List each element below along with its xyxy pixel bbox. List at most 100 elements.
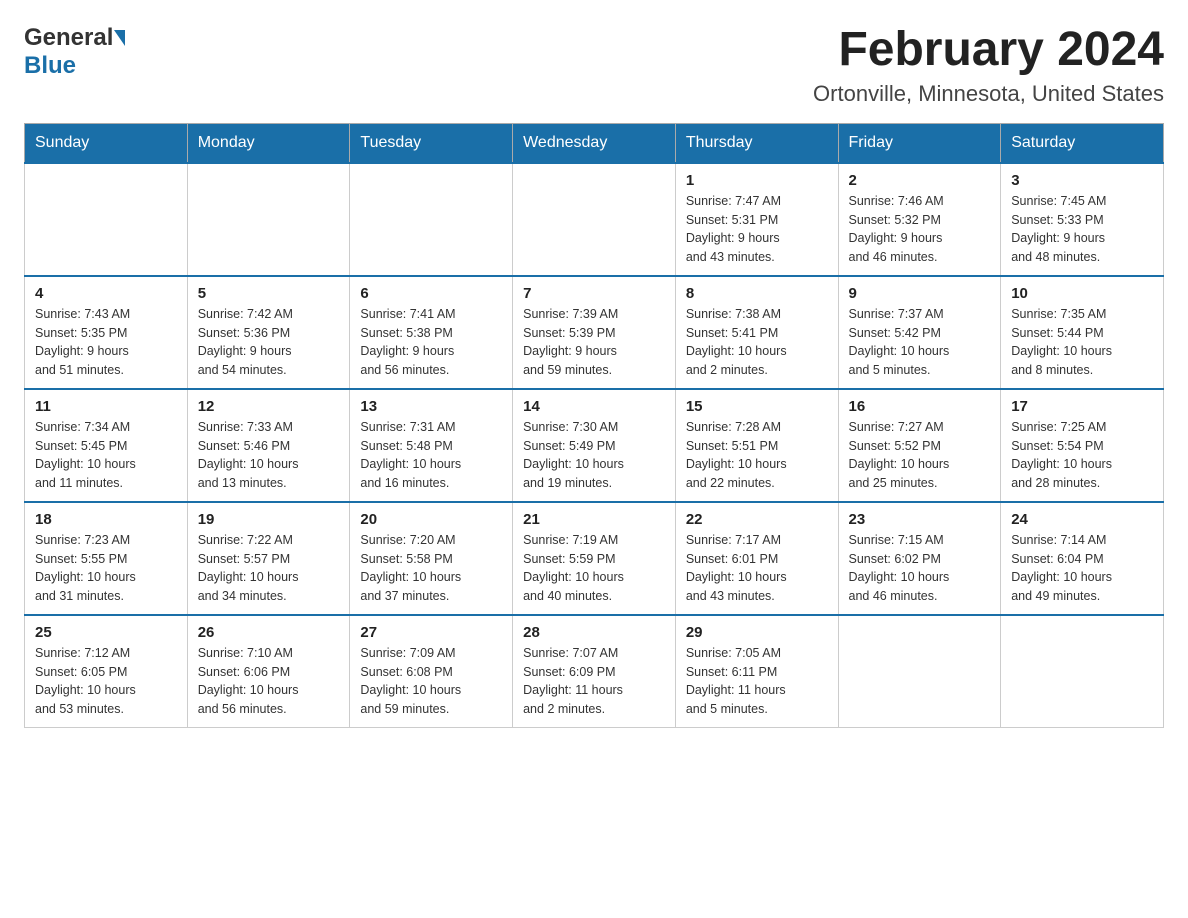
day-number: 6 (360, 285, 502, 302)
calendar-cell-w2-d5: 8 Sunrise: 7:38 AMSunset: 5:41 PMDaylight… (675, 276, 838, 389)
day-info: Sunrise: 7:34 AMSunset: 5:45 PMDaylight:… (35, 418, 177, 493)
calendar-cell-w5-d1: 25Sunrise: 7:12 AMSunset: 6:05 PMDayligh… (25, 615, 188, 728)
day-info: Sunrise: 7:20 AMSunset: 5:58 PMDaylight:… (360, 531, 502, 606)
title-block: February 2024 Ortonville, Minnesota, Uni… (813, 24, 1164, 107)
calendar-cell-w5-d3: 27Sunrise: 7:09 AMSunset: 6:08 PMDayligh… (350, 615, 513, 728)
day-number: 18 (35, 511, 177, 528)
calendar-cell-w3-d1: 11 Sunrise: 7:34 AMSunset: 5:45 PMDayligh… (25, 389, 188, 502)
calendar-cell-w2-d6: 9Sunrise: 7:37 AMSunset: 5:42 PMDaylight… (838, 276, 1001, 389)
col-tuesday: Tuesday (350, 123, 513, 163)
day-number: 10 (1011, 285, 1153, 302)
day-number: 28 (523, 624, 665, 641)
day-info: Sunrise: 7:07 AMSunset: 6:09 PMDaylight:… (523, 644, 665, 719)
col-saturday: Saturday (1001, 123, 1164, 163)
day-number: 25 (35, 624, 177, 641)
day-number: 1 (686, 172, 828, 189)
day-number: 21 (523, 511, 665, 528)
calendar-cell-w5-d5: 29Sunrise: 7:05 AMSunset: 6:11 PMDayligh… (675, 615, 838, 728)
day-number: 3 (1011, 172, 1153, 189)
calendar-cell-w1-d1 (25, 163, 188, 276)
calendar-cell-w4-d2: 19Sunrise: 7:22 AMSunset: 5:57 PMDayligh… (187, 502, 350, 615)
day-info: Sunrise: 7:42 AMSunset: 5:36 PMDaylight:… (198, 305, 340, 380)
calendar-cell-w5-d2: 26Sunrise: 7:10 AMSunset: 6:06 PMDayligh… (187, 615, 350, 728)
day-number: 13 (360, 398, 502, 415)
calendar-header-row: Sunday Monday Tuesday Wednesday Thursday… (25, 123, 1164, 163)
day-info: Sunrise: 7:25 AMSunset: 5:54 PMDaylight:… (1011, 418, 1153, 493)
day-info: Sunrise: 7:35 AMSunset: 5:44 PMDaylight:… (1011, 305, 1153, 380)
day-info: Sunrise: 7:33 AMSunset: 5:46 PMDaylight:… (198, 418, 340, 493)
calendar-cell-w1-d7: 3 Sunrise: 7:45 AMSunset: 5:33 PMDaylight… (1001, 163, 1164, 276)
calendar-cell-w4-d4: 21 Sunrise: 7:19 AMSunset: 5:59 PMDayligh… (513, 502, 676, 615)
day-info: Sunrise: 7:47 AMSunset: 5:31 PMDaylight:… (686, 192, 828, 267)
day-info: Sunrise: 7:45 AMSunset: 5:33 PMDaylight:… (1011, 192, 1153, 267)
week-row-1: 1 Sunrise: 7:47 AMSunset: 5:31 PMDaylight… (25, 163, 1164, 276)
day-number: 22 (686, 511, 828, 528)
calendar-cell-w1-d4 (513, 163, 676, 276)
calendar-cell-w3-d7: 17 Sunrise: 7:25 AMSunset: 5:54 PMDayligh… (1001, 389, 1164, 502)
day-number: 7 (523, 285, 665, 302)
day-number: 15 (686, 398, 828, 415)
day-number: 11 (35, 398, 177, 415)
day-info: Sunrise: 7:43 AMSunset: 5:35 PMDaylight:… (35, 305, 177, 380)
calendar-cell-w5-d6 (838, 615, 1001, 728)
day-info: Sunrise: 7:41 AMSunset: 5:38 PMDaylight:… (360, 305, 502, 380)
day-number: 17 (1011, 398, 1153, 415)
col-wednesday: Wednesday (513, 123, 676, 163)
week-row-3: 11 Sunrise: 7:34 AMSunset: 5:45 PMDayligh… (25, 389, 1164, 502)
day-info: Sunrise: 7:09 AMSunset: 6:08 PMDaylight:… (360, 644, 502, 719)
logo-general-text: General (24, 24, 113, 52)
calendar-cell-w2-d3: 6 Sunrise: 7:41 AMSunset: 5:38 PMDaylight… (350, 276, 513, 389)
calendar-cell-w3-d4: 14 Sunrise: 7:30 AMSunset: 5:49 PMDayligh… (513, 389, 676, 502)
col-friday: Friday (838, 123, 1001, 163)
day-info: Sunrise: 7:23 AMSunset: 5:55 PMDaylight:… (35, 531, 177, 606)
calendar-cell-w2-d1: 4 Sunrise: 7:43 AMSunset: 5:35 PMDaylight… (25, 276, 188, 389)
week-row-4: 18 Sunrise: 7:23 AMSunset: 5:55 PMDayligh… (25, 502, 1164, 615)
day-info: Sunrise: 7:27 AMSunset: 5:52 PMDaylight:… (849, 418, 991, 493)
day-info: Sunrise: 7:30 AMSunset: 5:49 PMDaylight:… (523, 418, 665, 493)
calendar-cell-w4-d3: 20 Sunrise: 7:20 AMSunset: 5:58 PMDayligh… (350, 502, 513, 615)
calendar-cell-w4-d6: 23 Sunrise: 7:15 AMSunset: 6:02 PMDayligh… (838, 502, 1001, 615)
week-row-2: 4 Sunrise: 7:43 AMSunset: 5:35 PMDaylight… (25, 276, 1164, 389)
day-number: 5 (198, 285, 340, 302)
logo: General Blue (24, 24, 125, 80)
day-info: Sunrise: 7:28 AMSunset: 5:51 PMDaylight:… (686, 418, 828, 493)
col-sunday: Sunday (25, 123, 188, 163)
day-number: 14 (523, 398, 665, 415)
calendar-cell-w1-d6: 2 Sunrise: 7:46 AMSunset: 5:32 PMDaylight… (838, 163, 1001, 276)
calendar-cell-w1-d2 (187, 163, 350, 276)
day-number: 8 (686, 285, 828, 302)
day-info: Sunrise: 7:38 AMSunset: 5:41 PMDaylight:… (686, 305, 828, 380)
day-number: 4 (35, 285, 177, 302)
day-info: Sunrise: 7:37 AMSunset: 5:42 PMDaylight:… (849, 305, 991, 380)
day-number: 23 (849, 511, 991, 528)
day-info: Sunrise: 7:46 AMSunset: 5:32 PMDaylight:… (849, 192, 991, 267)
calendar-cell-w4-d7: 24 Sunrise: 7:14 AMSunset: 6:04 PMDayligh… (1001, 502, 1164, 615)
day-number: 2 (849, 172, 991, 189)
day-number: 16 (849, 398, 991, 415)
logo-arrow-icon (114, 30, 125, 46)
calendar-cell-w4-d5: 22 Sunrise: 7:17 AMSunset: 6:01 PMDayligh… (675, 502, 838, 615)
day-info: Sunrise: 7:39 AMSunset: 5:39 PMDaylight:… (523, 305, 665, 380)
day-number: 12 (198, 398, 340, 415)
month-title: February 2024 (813, 24, 1164, 77)
calendar-cell-w4-d1: 18 Sunrise: 7:23 AMSunset: 5:55 PMDayligh… (25, 502, 188, 615)
location-title: Ortonville, Minnesota, United States (813, 81, 1164, 107)
day-number: 24 (1011, 511, 1153, 528)
calendar-cell-w5-d4: 28 Sunrise: 7:07 AMSunset: 6:09 PMDayligh… (513, 615, 676, 728)
day-info: Sunrise: 7:14 AMSunset: 6:04 PMDaylight:… (1011, 531, 1153, 606)
day-number: 20 (360, 511, 502, 528)
calendar-cell-w5-d7 (1001, 615, 1164, 728)
day-info: Sunrise: 7:10 AMSunset: 6:06 PMDaylight:… (198, 644, 340, 719)
day-info: Sunrise: 7:19 AMSunset: 5:59 PMDaylight:… (523, 531, 665, 606)
calendar-cell-w3-d3: 13 Sunrise: 7:31 AMSunset: 5:48 PMDayligh… (350, 389, 513, 502)
week-row-5: 25Sunrise: 7:12 AMSunset: 6:05 PMDayligh… (25, 615, 1164, 728)
day-info: Sunrise: 7:17 AMSunset: 6:01 PMDaylight:… (686, 531, 828, 606)
calendar-cell-w3-d5: 15 Sunrise: 7:28 AMSunset: 5:51 PMDayligh… (675, 389, 838, 502)
calendar-cell-w3-d2: 12 Sunrise: 7:33 AMSunset: 5:46 PMDayligh… (187, 389, 350, 502)
calendar-cell-w1-d5: 1 Sunrise: 7:47 AMSunset: 5:31 PMDaylight… (675, 163, 838, 276)
day-info: Sunrise: 7:31 AMSunset: 5:48 PMDaylight:… (360, 418, 502, 493)
day-number: 19 (198, 511, 340, 528)
day-info: Sunrise: 7:05 AMSunset: 6:11 PMDaylight:… (686, 644, 828, 719)
calendar-cell-w3-d6: 16 Sunrise: 7:27 AMSunset: 5:52 PMDayligh… (838, 389, 1001, 502)
day-info: Sunrise: 7:15 AMSunset: 6:02 PMDaylight:… (849, 531, 991, 606)
